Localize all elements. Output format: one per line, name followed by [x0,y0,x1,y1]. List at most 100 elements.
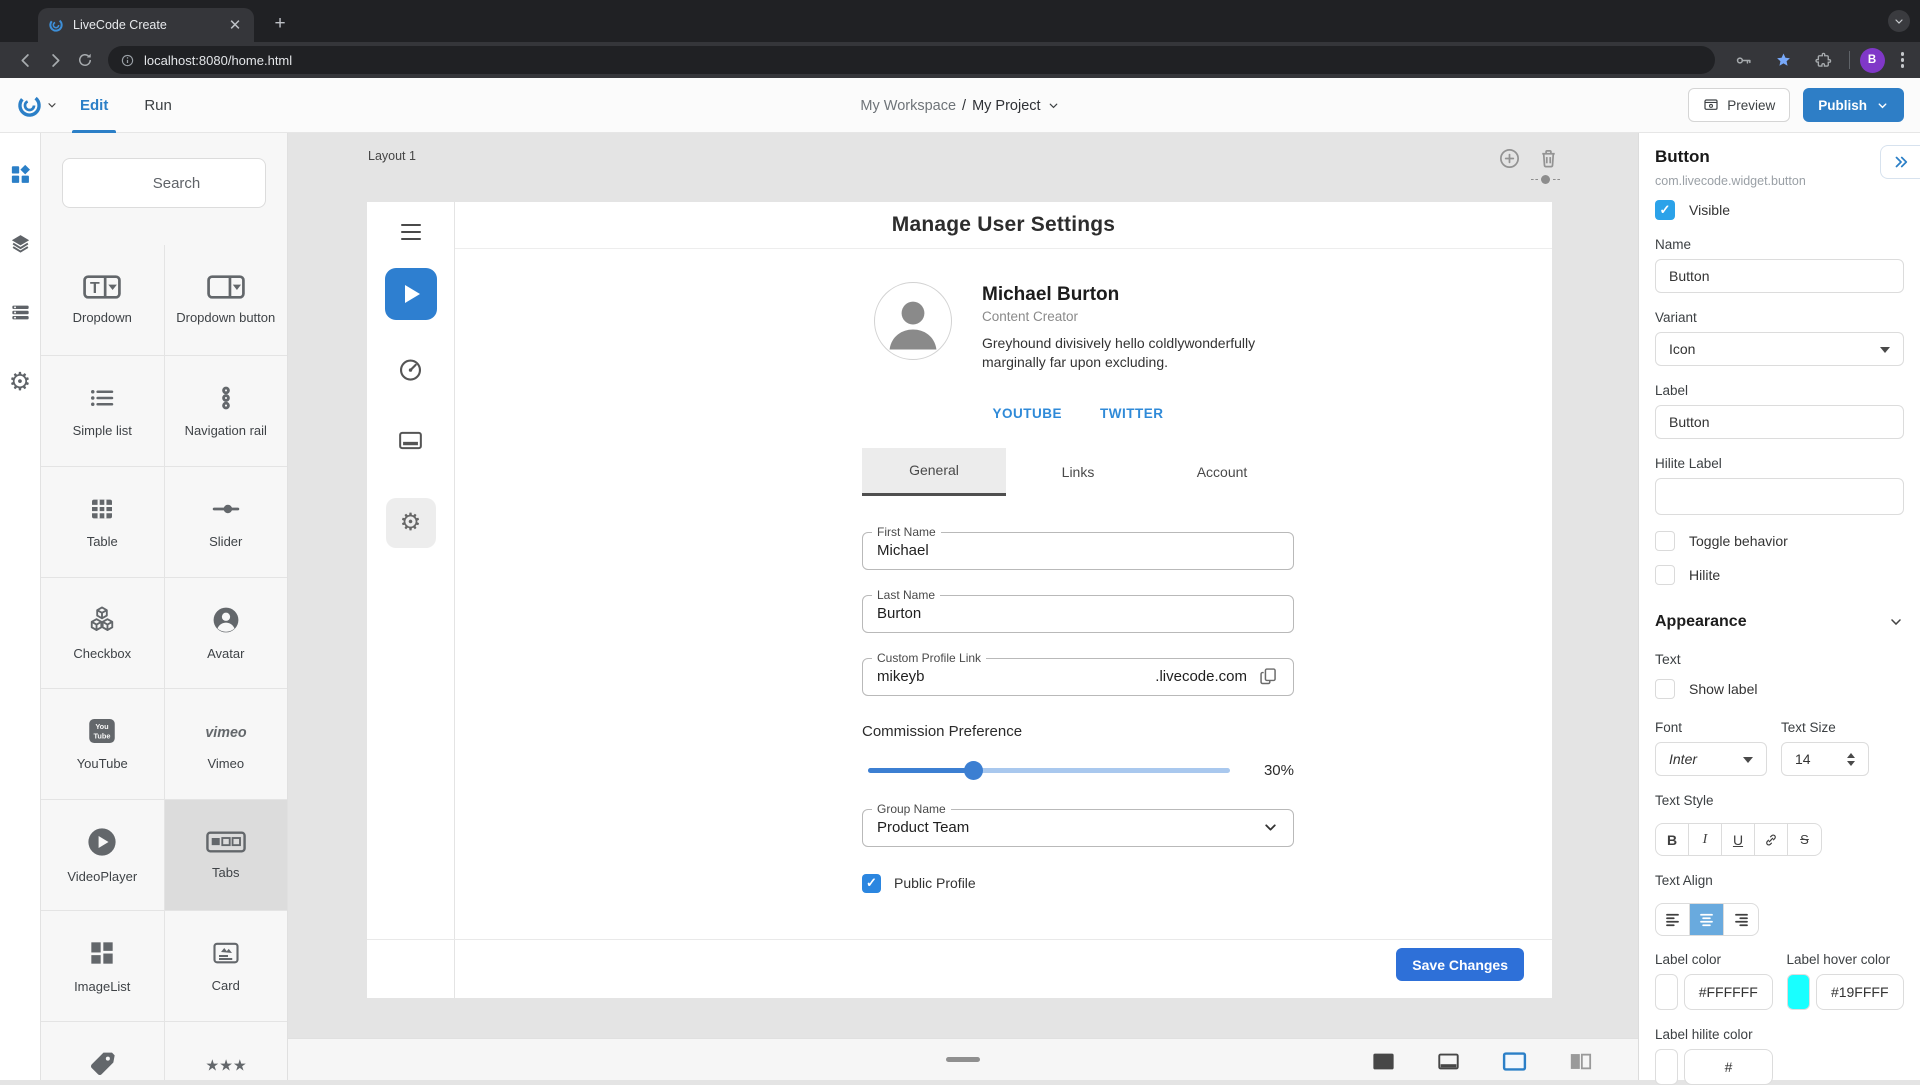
panel-drag-handle[interactable] [946,1057,980,1062]
layout-preset-bottombar-icon[interactable] [1435,1048,1462,1075]
link-style-button[interactable] [1755,824,1788,855]
layout-preset-solid-icon[interactable] [1370,1048,1397,1075]
slider-thumb[interactable] [964,761,983,780]
palette-item-imagelist[interactable]: ImageList [41,911,164,1021]
first-name-field[interactable]: First Name Michael [862,532,1294,570]
password-key-icon[interactable] [1729,45,1759,75]
publish-button[interactable]: Publish [1803,88,1904,122]
tab-run[interactable]: Run [144,78,172,133]
palette-item-slider[interactable]: Slider [165,467,288,577]
align-left-button[interactable] [1656,904,1690,935]
align-right-button[interactable] [1724,904,1758,935]
commission-slider[interactable] [868,768,1230,773]
twitter-link[interactable]: TWITTER [1100,406,1164,421]
tab-strip-chevron-icon[interactable] [1888,10,1910,32]
palette-item-avatar[interactable]: Avatar [165,578,288,688]
palette-item-videoplayer[interactable]: VideoPlayer [41,800,164,910]
bookmark-star-icon[interactable] [1769,45,1799,75]
tab-links[interactable]: Links [1006,448,1150,496]
back-icon[interactable] [10,45,40,75]
hilite-label-input[interactable] [1655,478,1904,515]
delete-layout-icon[interactable] [1537,147,1560,170]
font-select[interactable]: Inter [1655,742,1767,776]
palette-item-ratings[interactable]: ★★★ Ratings [165,1022,288,1080]
appearance-section-header[interactable]: Appearance [1655,613,1904,631]
custom-profile-link-field[interactable]: Custom Profile Link mikeyb .livecode.com [862,658,1294,696]
settings-panel-icon[interactable]: ⚙ [9,370,31,395]
stepper-arrows-icon[interactable] [1847,749,1855,770]
public-profile-checkbox[interactable] [862,874,881,893]
search-input[interactable] [77,175,276,192]
label-hover-color-swatch[interactable] [1787,974,1810,1010]
align-center-button[interactable] [1690,904,1724,935]
copy-icon[interactable] [1258,666,1279,687]
label-input[interactable]: Button [1655,405,1904,439]
breadcrumb[interactable]: My Workspace / My Project [0,78,1920,133]
save-changes-button[interactable]: Save Changes [1396,948,1524,981]
preview-button[interactable]: Preview [1688,88,1790,122]
add-layout-icon[interactable] [1498,147,1521,170]
extensions-icon[interactable] [1809,45,1839,75]
collapse-panel-button[interactable] [1880,145,1920,179]
layout-preset-split-icon[interactable] [1567,1048,1594,1075]
name-input[interactable]: Button [1655,259,1904,293]
palette-item-dropdown[interactable]: T Dropdown [41,245,164,355]
livecode-logo[interactable] [16,92,58,119]
palette-search[interactable] [62,158,266,208]
text-size-stepper[interactable]: 14 [1781,742,1869,776]
card-nav-icon[interactable] [397,427,424,454]
palette-item-navigation-rail[interactable]: Navigation rail [165,356,288,466]
toggle-behavior-checkbox[interactable] [1655,531,1675,551]
palette-item-dropdown-button[interactable]: Dropdown button [165,245,288,355]
selection-handle[interactable] [1531,175,1560,184]
browser-profile-avatar[interactable]: B [1860,48,1885,73]
label-hover-color-input[interactable]: #19FFFF [1816,974,1905,1010]
palette-item-youtube[interactable]: YouTube YouTube [41,689,164,799]
label-color-swatch[interactable] [1655,974,1678,1010]
palette-item-chips[interactable]: Chips [41,1022,164,1080]
palette-item-card[interactable]: Card [165,911,288,1021]
site-info-icon[interactable] [120,53,135,68]
rows-panel-icon[interactable] [9,301,32,324]
widgets-panel-icon[interactable] [9,163,32,186]
variant-select[interactable]: Icon [1655,332,1904,366]
tab-account[interactable]: Account [1150,448,1294,496]
form-footer-divider [367,939,1552,940]
palette-item-simple-list[interactable]: Simple list [41,356,164,466]
browser-menu-icon[interactable] [1895,52,1911,68]
settings-nav-button[interactable]: ⚙ [386,498,436,548]
italic-button[interactable]: I [1689,824,1722,855]
browser-tab[interactable]: LiveCode Create ✕ [38,8,254,42]
menu-hamburger-icon[interactable] [401,224,421,240]
group-name-select[interactable]: Group Name Product Team [862,809,1294,847]
design-canvas[interactable]: Layout 1 ⚙ Manage User Settings [288,133,1638,1080]
palette-item-table[interactable]: Table [41,467,164,577]
breadcrumb-project[interactable]: My Project [972,98,1041,114]
forward-icon[interactable] [40,45,70,75]
tab-close-icon[interactable]: ✕ [226,16,244,34]
reload-icon[interactable] [70,45,100,75]
user-settings-form[interactable]: ⚙ Manage User Settings Michael Burton Co… [367,202,1552,998]
label-color-input[interactable]: #FFFFFF [1684,974,1773,1010]
strikethrough-button[interactable]: S [1788,824,1821,855]
layers-panel-icon[interactable] [9,232,32,255]
tab-edit[interactable]: Edit [80,78,108,133]
play-nav-button[interactable] [385,268,437,320]
hilite-checkbox[interactable] [1655,565,1675,585]
bold-button[interactable]: B [1656,824,1689,855]
breadcrumb-workspace[interactable]: My Workspace [860,98,956,114]
underline-button[interactable]: U [1722,824,1755,855]
show-label-checkbox[interactable] [1655,679,1675,699]
youtube-link[interactable]: YOUTUBE [992,406,1062,421]
text-size-label: Text Size [1781,720,1869,735]
tab-general[interactable]: General [862,448,1006,496]
visible-checkbox[interactable] [1655,200,1675,220]
layout-preset-outline-icon-active[interactable] [1500,1047,1529,1076]
palette-item-checkbox[interactable]: Checkbox [41,578,164,688]
last-name-field[interactable]: Last Name Burton [862,595,1294,633]
dashboard-gauge-icon[interactable] [397,356,424,383]
palette-item-vimeo[interactable]: vimeo Vimeo [165,689,288,799]
palette-item-tabs[interactable]: Tabs [165,800,288,910]
new-tab-button[interactable]: + [266,10,294,38]
url-bar[interactable]: localhost:8080/home.html [108,46,1715,74]
